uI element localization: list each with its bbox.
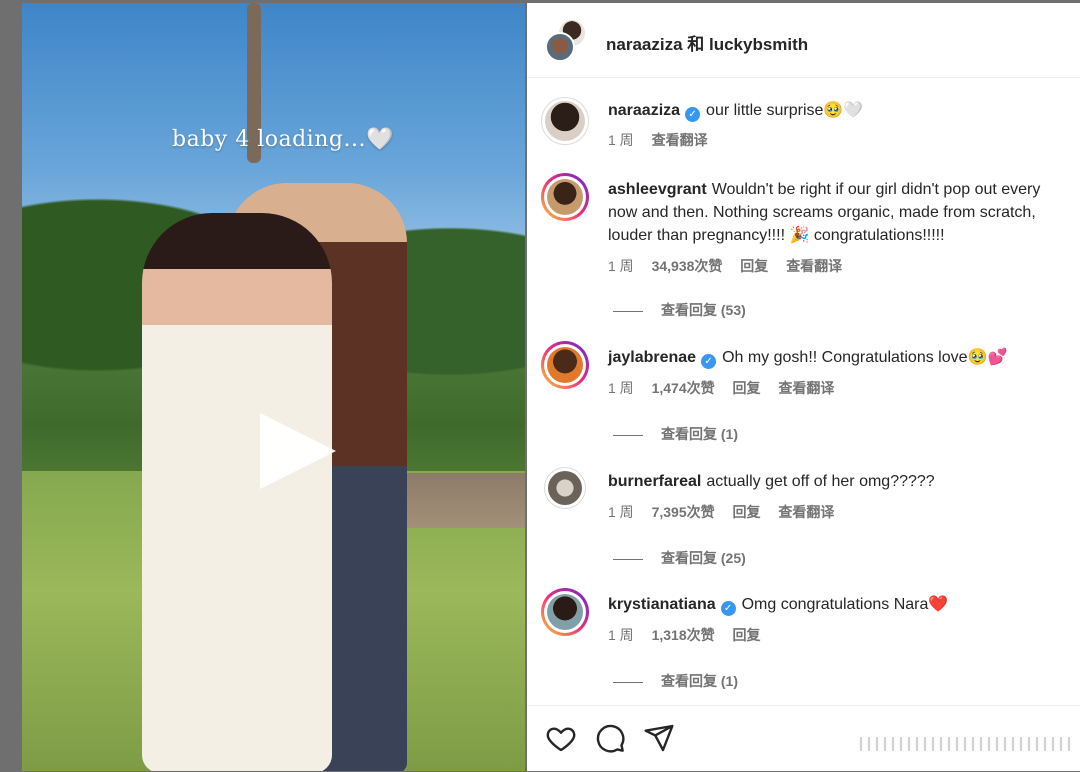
view-replies-label: 查看回复 (53) <box>661 302 746 318</box>
like-count[interactable]: 7,395次赞 <box>652 504 715 520</box>
translate-link[interactable]: 查看翻译 <box>652 132 708 148</box>
avatar[interactable] <box>541 341 589 389</box>
divider <box>613 558 643 560</box>
avatar[interactable] <box>541 588 589 636</box>
comment-time[interactable]: 1 周 <box>608 132 634 148</box>
comment-body: krystianatiana ✓ Omg congratulations Nara❤… <box>608 593 1070 616</box>
comment-meta: 1 周 7,395次赞 回复 查看翻译 <box>608 502 848 522</box>
post-header: naraaziza 和 luckybsmith <box>527 3 1080 78</box>
divider <box>613 310 643 312</box>
comment-body: burnerfareal actually get off of her omg?… <box>608 470 1070 493</box>
translate-link[interactable]: 查看翻译 <box>778 504 834 520</box>
media-caption-overlay: baby 4 loading...🤍 <box>172 127 394 152</box>
post-media[interactable]: baby 4 loading...🤍 <box>22 3 525 771</box>
avatar <box>545 32 575 62</box>
verified-badge-icon: ✓ <box>720 601 736 616</box>
comment-meta: 1 周 查看翻译 <box>608 130 722 150</box>
divider <box>613 681 643 683</box>
avatar[interactable] <box>541 97 589 145</box>
like-count[interactable]: 34,938次赞 <box>652 258 723 274</box>
reply-button[interactable]: 回复 <box>733 380 761 396</box>
reply-button[interactable]: 回复 <box>740 258 768 274</box>
comment-body: jaylabrenae ✓ Oh my gosh!! Congratulations… <box>608 346 1070 369</box>
play-icon[interactable] <box>260 413 336 489</box>
reply-button[interactable]: 回复 <box>733 504 761 520</box>
like-count[interactable]: 1,474次赞 <box>652 380 715 396</box>
view-replies-label: 查看回复 (25) <box>661 550 746 566</box>
comment-username[interactable]: krystianatiana <box>608 596 716 613</box>
like-count[interactable]: 1,318次赞 <box>652 627 715 643</box>
comment-time[interactable]: 1 周 <box>608 258 634 274</box>
view-replies-label: 查看回复 (1) <box>661 673 738 689</box>
comment-meta: 1 周 34,938次赞 回复 查看翻译 <box>608 256 856 276</box>
comment-username[interactable]: ashleevgrant <box>608 181 707 198</box>
comment-username[interactable]: jaylabrenae <box>608 349 696 366</box>
comment-text: Omg congratulations Nara❤️ <box>741 596 949 613</box>
translate-link[interactable]: 查看翻译 <box>786 258 842 274</box>
comment-body: naraaziza ✓ our little surprise🥹🤍 <box>608 99 1070 122</box>
photo-subject-woman <box>142 213 332 771</box>
comment-text: our little surprise🥹🤍 <box>706 102 864 119</box>
collab-avatars[interactable] <box>545 18 591 64</box>
comment-icon[interactable] <box>594 722 626 754</box>
comment-text: actually get off of her omg????? <box>706 473 935 490</box>
background-stone-wall <box>395 473 525 528</box>
divider <box>613 434 643 436</box>
scrollbar[interactable] <box>812 734 1078 754</box>
comment-username[interactable]: burnerfareal <box>608 473 701 490</box>
comment-username[interactable]: naraaziza <box>608 102 680 119</box>
heart-icon[interactable] <box>545 722 577 754</box>
post-author-title[interactable]: naraaziza 和 luckybsmith <box>606 30 808 55</box>
scrollbar-track <box>860 737 1070 751</box>
comment-time[interactable]: 1 周 <box>608 627 634 643</box>
view-replies-button[interactable]: 查看回复 (1) <box>613 424 738 444</box>
avatar[interactable] <box>541 173 589 221</box>
comments-panel: naraaziza 和 luckybsmith naraaziza ✓ our li… <box>527 3 1080 771</box>
send-icon[interactable] <box>643 722 675 754</box>
comment-time[interactable]: 1 周 <box>608 504 634 520</box>
avatar[interactable] <box>544 467 586 509</box>
comment-meta: 1 周 1,474次赞 回复 查看翻译 <box>608 378 848 398</box>
verified-badge-icon: ✓ <box>685 107 701 122</box>
translate-link[interactable]: 查看翻译 <box>778 380 834 396</box>
view-replies-label: 查看回复 (1) <box>661 426 738 442</box>
comment-body: ashleevgrant Wouldn't be right if our gir… <box>608 178 1070 247</box>
view-replies-button[interactable]: 查看回复 (25) <box>613 548 746 568</box>
view-replies-button[interactable]: 查看回复 (53) <box>613 300 746 320</box>
view-replies-button[interactable]: 查看回复 (1) <box>613 671 738 691</box>
comment-time[interactable]: 1 周 <box>608 380 634 396</box>
verified-badge-icon: ✓ <box>701 354 717 369</box>
reply-button[interactable]: 回复 <box>733 627 761 643</box>
comment-meta: 1 周 1,318次赞 回复 <box>608 625 775 645</box>
comment-text: Oh my gosh!! Congratulations love🥹💕 <box>722 349 1008 366</box>
